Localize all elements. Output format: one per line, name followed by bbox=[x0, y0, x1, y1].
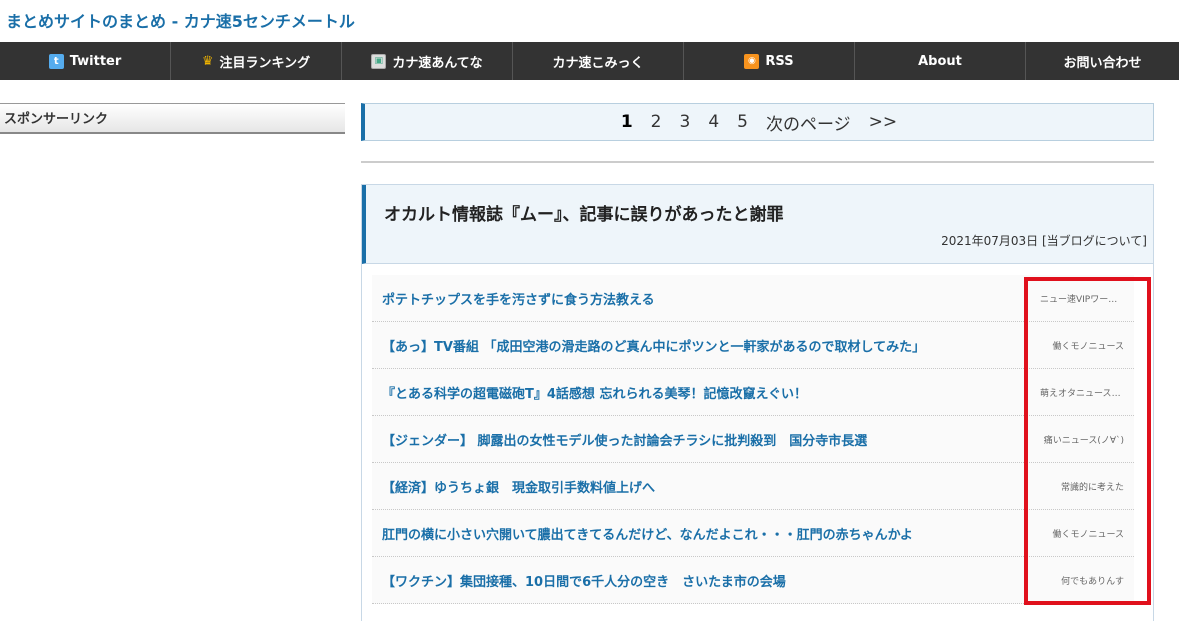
link-title[interactable]: ポテトチップスを手を汚さずに食う方法教える bbox=[382, 289, 655, 308]
link-title[interactable]: 肛門の横に小さい穴開いて膿出てきてるんだけど、なんだよこれ・・・肛門の赤ちゃんか… bbox=[382, 524, 913, 543]
link-title[interactable]: 【あっ】TV番組 「成田空港の滑走路のど真ん中にポツンと一軒家があるので取材して… bbox=[382, 336, 925, 355]
link-title[interactable]: 【経済】ゆうちょ銀 現金取引手数料値上げへ bbox=[382, 477, 655, 496]
related-links: ポテトチップスを手を汚さずに食う方法教える ニュー速VIPワールド 【あっ】TV… bbox=[372, 275, 1134, 604]
site-title[interactable]: まとめサイトのまとめ - カナ速5センチメートル bbox=[6, 8, 355, 32]
pagination: 1 2 3 4 5 次のページ >> bbox=[361, 103, 1154, 141]
nav-label: 注目ランキング bbox=[219, 55, 311, 71]
link-title[interactable]: 『とある科学の超電磁砲T』4話感想 忘れられる美琴！記憶改竄えぐい！ bbox=[382, 383, 807, 402]
article-meta: 2021年07月03日 [当ブログについて] bbox=[941, 232, 1147, 249]
link-source: 働くモノニュース bbox=[1052, 341, 1124, 352]
nav-antenna[interactable]: ▣ カナ速あんてな bbox=[342, 42, 513, 80]
nav-label: カナ速こみっく bbox=[552, 55, 644, 71]
page-link-current[interactable]: 1 bbox=[621, 112, 633, 132]
main-nav: t Twitter ♛ 注目ランキング ▣ カナ速あんてな カナ速こみっく ◉ … bbox=[0, 42, 1179, 80]
nav-comic[interactable]: カナ速こみっく bbox=[513, 42, 684, 80]
link-title[interactable]: 【ジェンダー】 脚露出の女性モデル使った討論会チラシに批判殺到 国分寺市長選 bbox=[382, 430, 867, 449]
rss-icon: ◉ bbox=[744, 53, 760, 69]
page-link[interactable]: 4 bbox=[708, 112, 719, 132]
nav-label: About bbox=[918, 53, 962, 69]
nav-about[interactable]: About bbox=[855, 42, 1026, 80]
sponsor-heading: スポンサーリンク bbox=[0, 103, 345, 134]
next-page-link[interactable]: 次のページ bbox=[766, 110, 851, 135]
page-link[interactable]: 5 bbox=[737, 112, 748, 132]
link-source: 痛いニュース(ノ∀`) bbox=[1043, 435, 1124, 446]
nav-label: お問い合わせ bbox=[1063, 55, 1142, 71]
list-item[interactable]: 【ジェンダー】 脚露出の女性モデル使った討論会チラシに批判殺到 国分寺市長選 痛… bbox=[372, 416, 1134, 463]
link-source: 何でもありんす bbox=[1061, 576, 1124, 587]
list-item[interactable]: 【あっ】TV番組 「成田空港の滑走路のど真ん中にポツンと一軒家があるので取材して… bbox=[372, 322, 1134, 369]
list-item[interactable]: ポテトチップスを手を汚さずに食う方法教える ニュー速VIPワールド bbox=[372, 275, 1134, 322]
article-category[interactable]: [当ブログについて] bbox=[1042, 234, 1147, 248]
nav-twitter[interactable]: t Twitter bbox=[0, 42, 171, 80]
article-header: オカルト情報誌『ムー』、記事に誤りがあったと謝罪 2021年07月03日 [当ブ… bbox=[362, 185, 1153, 264]
twitter-icon: t bbox=[48, 53, 64, 69]
list-item[interactable]: 【ワクチン】集団接種、10日間で6千人分の空き さいたま市の会場 何でもありんす bbox=[372, 557, 1134, 604]
list-item[interactable]: 【経済】ゆうちょ銀 現金取引手数料値上げへ 常識的に考えた bbox=[372, 463, 1134, 510]
link-title[interactable]: 【ワクチン】集団接種、10日間で6千人分の空き さいたま市の会場 bbox=[382, 571, 786, 590]
page-link[interactable]: 2 bbox=[651, 112, 662, 132]
nav-rss[interactable]: ◉ RSS bbox=[684, 42, 855, 80]
list-item[interactable]: 肛門の横に小さい穴開いて膿出てきてるんだけど、なんだよこれ・・・肛門の赤ちゃんか… bbox=[372, 510, 1134, 557]
divider bbox=[361, 161, 1154, 163]
link-source: 萌えオタニュース速報 bbox=[1040, 388, 1124, 399]
nav-contact[interactable]: お問い合わせ bbox=[1026, 42, 1179, 80]
last-page-link[interactable]: >> bbox=[869, 112, 898, 132]
link-source: 働くモノニュース bbox=[1052, 529, 1124, 540]
article-title[interactable]: オカルト情報誌『ムー』、記事に誤りがあったと謝罪 bbox=[384, 200, 784, 225]
nav-label: カナ速あんてな bbox=[392, 55, 483, 71]
nav-ranking[interactable]: ♛ 注目ランキング bbox=[171, 42, 342, 80]
article-date: 2021年07月03日 bbox=[941, 234, 1039, 248]
nav-label: Twitter bbox=[69, 53, 122, 69]
crown-icon: ♛ bbox=[201, 53, 214, 69]
article-card: オカルト情報誌『ムー』、記事に誤りがあったと謝罪 2021年07月03日 [当ブ… bbox=[361, 184, 1154, 621]
page-link[interactable]: 3 bbox=[680, 112, 691, 132]
nav-label: RSS bbox=[765, 53, 794, 69]
image-icon: ▣ bbox=[371, 53, 387, 69]
link-source: 常識的に考えた bbox=[1060, 482, 1124, 493]
link-source: ニュー速VIPワールド bbox=[1040, 294, 1124, 305]
list-item[interactable]: 『とある科学の超電磁砲T』4話感想 忘れられる美琴！記憶改竄えぐい！ 萌えオタニ… bbox=[372, 369, 1134, 416]
